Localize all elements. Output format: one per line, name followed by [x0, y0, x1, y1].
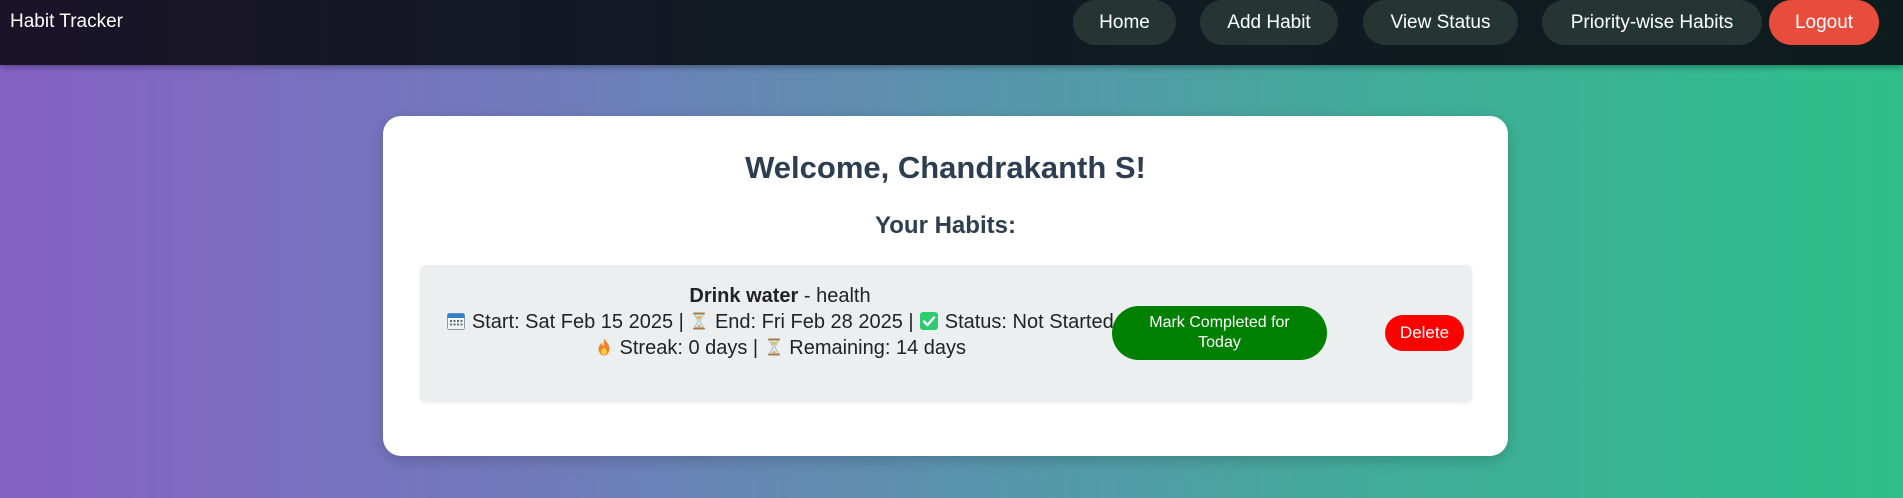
- logout-button[interactable]: Logout: [1769, 0, 1879, 45]
- nav-add-habit-button[interactable]: Add Habit: [1200, 0, 1338, 45]
- calendar-icon: [446, 311, 466, 331]
- habit-status: Status: Not Started: [944, 311, 1114, 333]
- habit-item: Drink water - health Start: Sat Feb 15 2…: [420, 265, 1472, 402]
- habit-details: Drink water - health Start: Sat Feb 15 2…: [440, 283, 1120, 361]
- habit-category: health: [816, 285, 871, 307]
- nav-view-status-button[interactable]: View Status: [1363, 0, 1518, 45]
- habit-streak-line: Streak: 0 days | Remaining: 14 days: [440, 335, 1120, 361]
- check-icon: [919, 311, 939, 331]
- habit-name: Drink water: [689, 285, 799, 307]
- nav-home-button[interactable]: Home: [1073, 0, 1176, 45]
- hourglass-icon: [764, 337, 784, 357]
- habit-start-date: Start: Sat Feb 15 2025 |: [471, 311, 684, 333]
- fire-icon: [594, 337, 614, 357]
- welcome-heading: Welcome, Chandrakanth S!: [745, 150, 1146, 185]
- mark-completed-button[interactable]: Mark Completed for Today: [1112, 306, 1327, 360]
- hourglass-icon: [689, 311, 709, 331]
- habit-remaining: Remaining: 14 days: [789, 337, 967, 359]
- habit-dates-line: Start: Sat Feb 15 2025 | End: Fri Feb 28…: [440, 309, 1120, 335]
- nav-priority-habits-button[interactable]: Priority-wise Habits: [1542, 0, 1762, 45]
- habit-streak: Streak: 0 days |: [619, 337, 759, 359]
- top-navbar: Habit Tracker Home Add Habit View Status…: [0, 0, 1903, 65]
- delete-habit-button[interactable]: Delete: [1385, 315, 1464, 351]
- brand-title: Habit Tracker: [10, 11, 123, 32]
- habits-card: Welcome, Chandrakanth S! Your Habits: Dr…: [383, 116, 1508, 456]
- habit-end-date: End: Fri Feb 28 2025 |: [714, 311, 914, 333]
- habit-separator: -: [798, 285, 817, 307]
- habits-subtitle: Your Habits:: [875, 212, 1016, 239]
- habit-title-line: Drink water - health: [440, 283, 1120, 309]
